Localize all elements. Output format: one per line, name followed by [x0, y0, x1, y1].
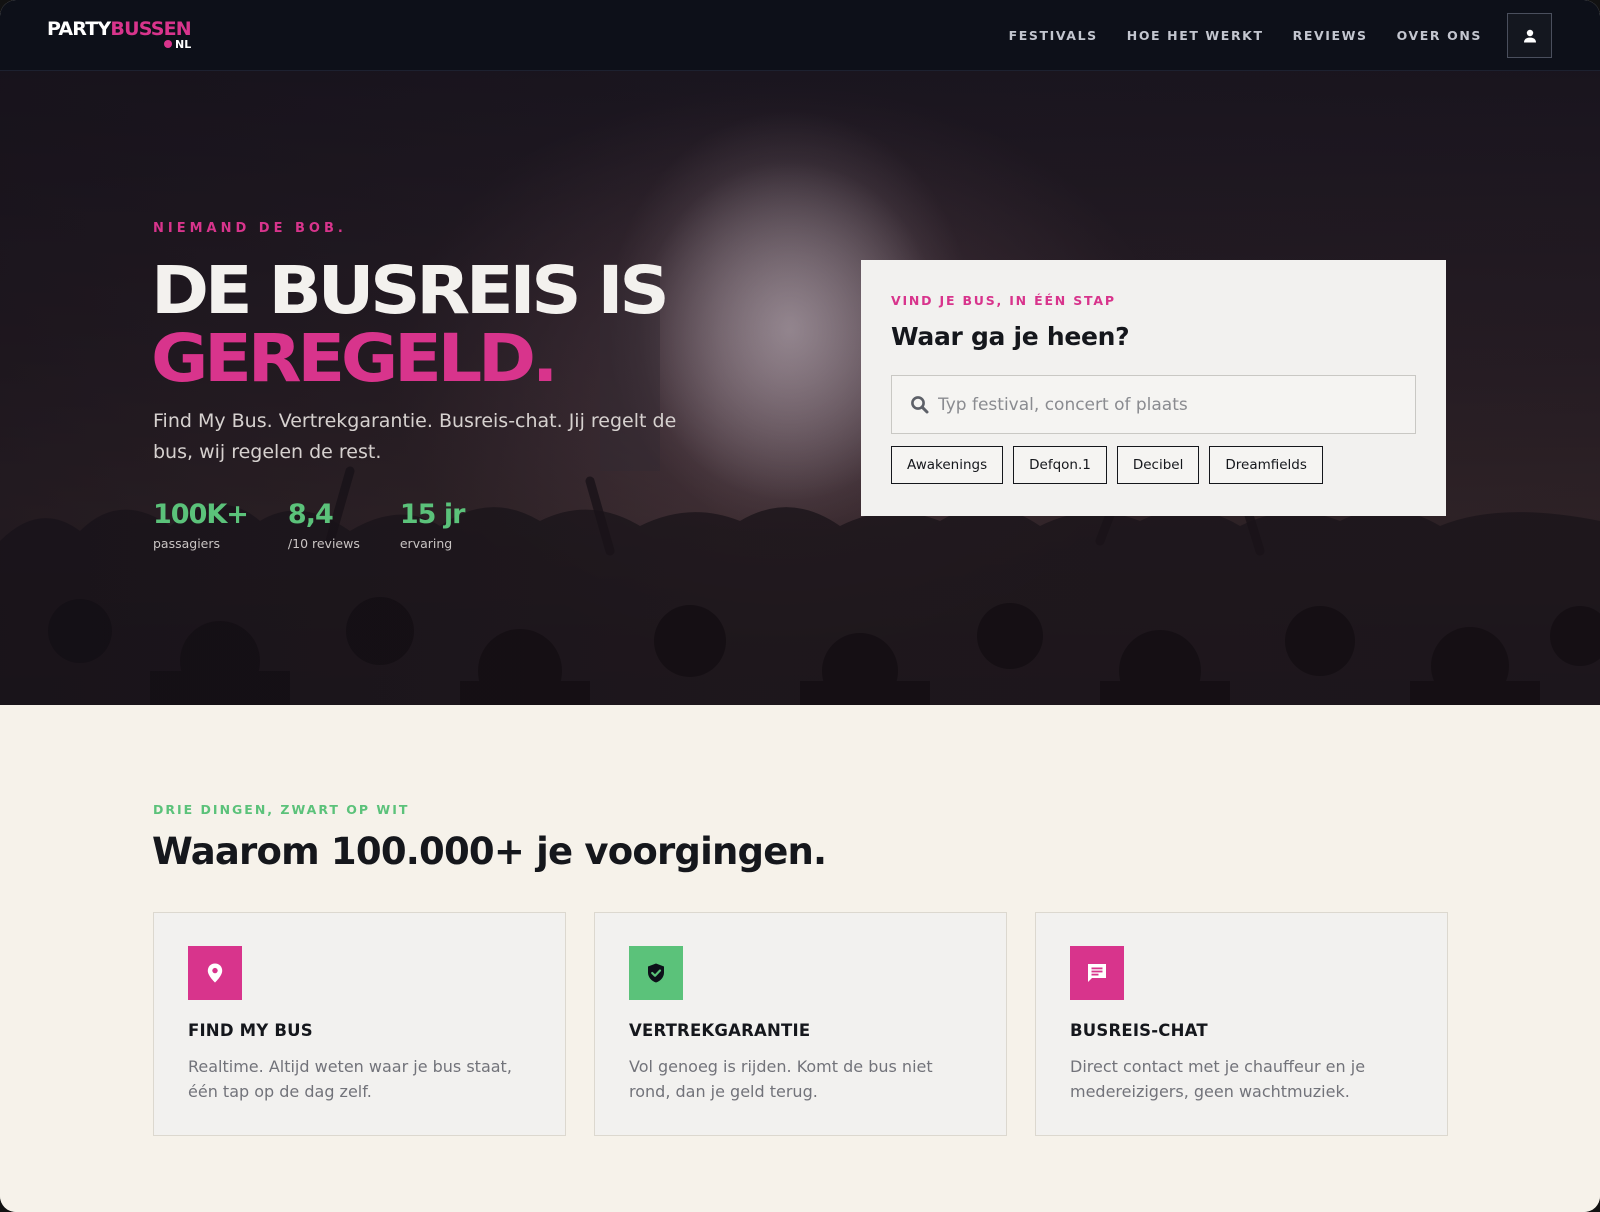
- hero-stats: 100K+ passagiers 8,4 /10 reviews 15 jr e…: [153, 499, 466, 551]
- stat-reviews: 8,4 /10 reviews: [288, 499, 360, 551]
- logo[interactable]: PARTYBUSSEN NL: [47, 18, 192, 51]
- hero-title-accent: GEREGELD.: [151, 320, 558, 397]
- hero-title-line1: DE BUSREIS IS: [151, 252, 670, 329]
- location-pin-icon: [188, 946, 242, 1000]
- hero-eyebrow: NIEMAND DE BOB.: [153, 221, 347, 236]
- feature-text: Realtime. Altijd weten waar je bus staat…: [188, 1057, 512, 1101]
- stat-label: passagiers: [153, 536, 221, 551]
- nav-link-reviews[interactable]: REVIEWS: [1293, 28, 1368, 43]
- stat-label: ervaring: [399, 536, 453, 551]
- search-icon: [911, 396, 929, 414]
- hero-subtitle: Find My Bus. Vertrekgarantie. Busreis-ch…: [153, 410, 677, 463]
- chip-awakenings[interactable]: Awakenings: [891, 446, 1004, 484]
- nav-link-festivals[interactable]: FESTIVALS: [1009, 28, 1098, 43]
- stat-label: /10 reviews: [287, 536, 360, 551]
- feature-text: Direct contact met je chauffeur en je me…: [1070, 1057, 1366, 1101]
- chip-dreamfields[interactable]: Dreamfields: [1209, 446, 1323, 484]
- nav-links: FESTIVALS HOE HET WERKT REVIEWS OVER ONS: [1009, 0, 1482, 71]
- account-button[interactable]: [1507, 13, 1552, 58]
- stat-experience: 15 jr ervaring: [399, 499, 466, 551]
- chat-icon: [1070, 946, 1124, 1000]
- search-card: VIND JE BUS, IN ÉÉN STAP Waar ga je heen…: [861, 260, 1446, 516]
- top-nav: PARTYBUSSEN NL FESTIVALS HOE HET WERKT R…: [0, 0, 1600, 71]
- feature-title: BUSREIS-CHAT: [1070, 1021, 1208, 1040]
- chip-defqon[interactable]: Defqon.1: [1013, 446, 1107, 484]
- stat-passengers: 100K+ passagiers: [153, 499, 249, 551]
- search-input[interactable]: [938, 376, 1408, 433]
- stat-value: 8,4: [287, 499, 334, 530]
- logo-bussen-text: BUSSEN: [110, 18, 191, 40]
- feature-title: FIND MY BUS: [188, 1021, 313, 1040]
- logo-dot-icon: [164, 40, 172, 48]
- shield-check-icon: [629, 946, 683, 1000]
- feature-cards: FIND MY BUS Realtime. Altijd weten waar …: [153, 912, 1448, 1136]
- search-field[interactable]: [891, 375, 1416, 434]
- nav-link-over-ons[interactable]: OVER ONS: [1397, 28, 1482, 43]
- feature-card-find-my-bus: FIND MY BUS Realtime. Altijd weten waar …: [153, 912, 566, 1136]
- hero-title: DE BUSREIS IS GEREGELD.: [151, 257, 670, 397]
- logo-nl-text: NL: [175, 38, 192, 51]
- stat-value: 100K+: [153, 499, 249, 530]
- feature-card-vertrekgarantie: VERTREKGARANTIE Vol genoeg is rijden. Ko…: [594, 912, 1007, 1136]
- stat-value: 15 jr: [399, 499, 466, 530]
- feature-card-busreis-chat: BUSREIS-CHAT Direct contact met je chauf…: [1035, 912, 1448, 1136]
- chip-decibel[interactable]: Decibel: [1116, 446, 1200, 484]
- user-icon: [1523, 29, 1536, 42]
- feature-title: VERTREKGARANTIE: [629, 1021, 811, 1040]
- search-card-eyebrow: VIND JE BUS, IN ÉÉN STAP: [891, 293, 1116, 308]
- why-title: Waarom 100.000+ je voorgingen.: [152, 830, 827, 873]
- page: PARTYBUSSEN NL FESTIVALS HOE HET WERKT R…: [0, 0, 1600, 1212]
- search-card-title: Waar ga je heen?: [891, 322, 1130, 351]
- logo-wordmark: PARTYBUSSEN: [47, 18, 192, 40]
- why-section: DRIE DINGEN, ZWART OP WIT Waarom 100.000…: [0, 705, 1600, 1212]
- why-eyebrow: DRIE DINGEN, ZWART OP WIT: [153, 802, 410, 817]
- nav-link-hoe-het-werkt[interactable]: HOE HET WERKT: [1127, 28, 1264, 43]
- suggestion-chips: Awakenings Defqon.1 Decibel Dreamfields: [891, 446, 1323, 484]
- feature-text: Vol genoeg is rijden. Komt de bus niet r…: [629, 1057, 933, 1101]
- logo-suffix: NL: [164, 39, 191, 50]
- logo-party-text: PARTY: [47, 18, 111, 40]
- hero-section: NIEMAND DE BOB. DE BUSREIS IS GEREGELD. …: [0, 71, 1600, 705]
